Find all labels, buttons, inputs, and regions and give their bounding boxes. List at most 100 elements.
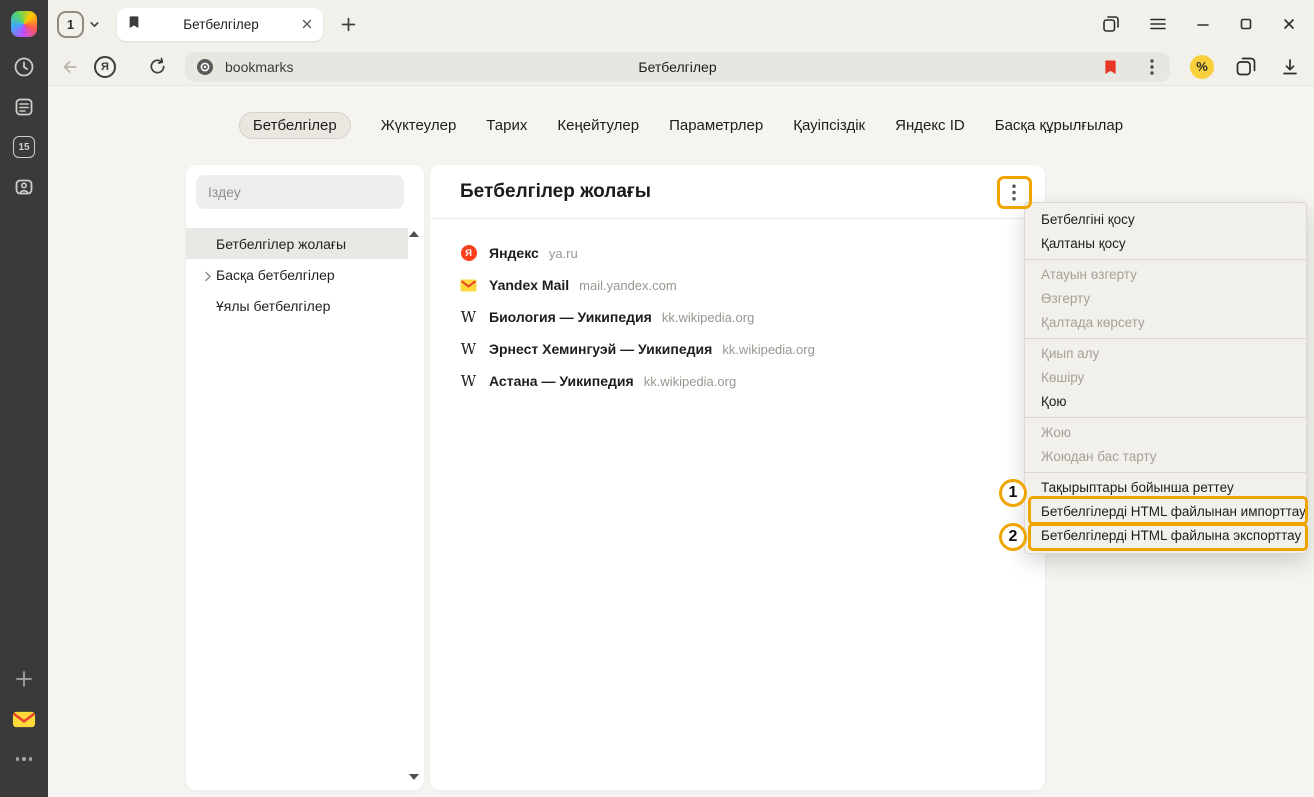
bookmarks-panel-header: Бетбелгілер жолағы xyxy=(430,165,1045,219)
maximize-icon[interactable] xyxy=(1239,17,1253,31)
bookmark-url: mail.yandex.com xyxy=(579,278,677,293)
new-tab-button[interactable] xyxy=(335,11,361,37)
side-panels-icon[interactable] xyxy=(1102,15,1120,33)
bookmark-row[interactable]: W Астана — Уикипедия kk.wikipedia.org xyxy=(430,365,1045,397)
window-controls xyxy=(1102,0,1314,48)
video-call-icon[interactable] xyxy=(12,175,36,199)
folder-row-mobile-bookmarks[interactable]: Ұялы бетбелгілер xyxy=(186,290,408,321)
bookmark-title: Яндекс xyxy=(489,245,539,261)
add-panel-icon[interactable] xyxy=(12,667,36,691)
feed-icon[interactable] xyxy=(12,95,36,119)
wikipedia-favicon: W xyxy=(460,341,477,358)
nav-tab-extensions[interactable]: Кеңейтулер xyxy=(557,117,639,134)
folder-label: Ұялы бетбелгілер xyxy=(216,298,330,314)
bookmark-url: kk.wikipedia.org xyxy=(644,374,737,389)
ctx-item-copy: Көшіру xyxy=(1025,366,1306,390)
yandex-mail-icon[interactable] xyxy=(12,707,36,731)
bookmark-title: Астана — Уикипедия xyxy=(489,373,634,389)
nav-tab-other-devices[interactable]: Басқа құрылғылар xyxy=(995,117,1123,134)
yandex-favicon: Я xyxy=(460,245,477,262)
yandex-mail-favicon xyxy=(460,277,477,294)
yandex-browser-logo-icon[interactable] xyxy=(11,11,37,37)
browser-side-rail: 15 xyxy=(0,0,48,797)
back-icon[interactable] xyxy=(61,57,79,77)
promo-percent-icon[interactable]: % xyxy=(1190,55,1214,79)
bookmark-url: ya.ru xyxy=(549,246,578,261)
yandex-browser-window: 15 1 Бетбелгілер xyxy=(0,0,1314,797)
browser-menu-icon[interactable] xyxy=(1149,16,1167,32)
tab-count-label: 1 xyxy=(67,17,74,32)
close-window-icon[interactable] xyxy=(1282,17,1296,31)
folder-label: Бетбелгілер жолағы xyxy=(216,236,346,252)
nav-tab-security[interactable]: Қауіпсіздік xyxy=(793,117,865,134)
ctx-item-delete: Жою xyxy=(1025,421,1306,445)
calendar-icon[interactable]: 15 xyxy=(13,136,35,158)
bookmark-row[interactable]: Я Яндекс ya.ru xyxy=(430,237,1045,269)
bookmark-url: kk.wikipedia.org xyxy=(662,310,755,325)
ctx-item-paste[interactable]: Қою xyxy=(1025,390,1306,414)
tab-groups-icon[interactable] xyxy=(1236,57,1256,76)
minimize-icon[interactable] xyxy=(1196,17,1210,31)
chevron-right-icon[interactable] xyxy=(203,269,213,285)
ctx-item-show-in-folder: Қалтада көрсету xyxy=(1025,311,1306,335)
ctx-item-rename: Атауын өзгерту xyxy=(1025,263,1306,287)
menu-divider xyxy=(1025,338,1306,339)
bookmarks-tab-icon xyxy=(127,15,141,34)
address-bar-more-icon[interactable] xyxy=(1150,59,1154,80)
active-tab[interactable]: Бетбелгілер xyxy=(117,8,323,41)
yandex-search-icon[interactable]: Я xyxy=(94,56,116,78)
reload-icon[interactable] xyxy=(147,57,167,76)
calendar-badge: 15 xyxy=(18,142,29,153)
tab-counter[interactable]: 1 xyxy=(57,11,84,38)
ctx-item-add-folder[interactable]: Қалтаны қосу xyxy=(1025,232,1306,256)
bookmark-title: Биология — Уикипедия xyxy=(489,309,652,325)
nav-tab-downloads[interactable]: Жүктеулер xyxy=(381,117,457,134)
bookmark-flag-icon[interactable] xyxy=(1103,59,1118,80)
settings-nav: Бетбелгілер Жүктеулер Тарих Кеңейтулер П… xyxy=(48,112,1314,139)
nav-tab-history[interactable]: Тарих xyxy=(486,117,527,134)
tab-bar: 1 Бетбелгілер xyxy=(48,0,1314,48)
browser-toolbar: Я bookmarks Бетбелгілер % xyxy=(48,48,1314,86)
history-icon[interactable] xyxy=(12,55,36,79)
menu-divider xyxy=(1025,259,1306,260)
tab-close-icon[interactable] xyxy=(301,18,313,30)
ctx-item-cut: Қиып алу xyxy=(1025,342,1306,366)
panel-title: Бетбелгілер жолағы xyxy=(460,181,651,203)
ctx-item-export-html[interactable]: Бетбелгілерді HTML файлына экспорттау xyxy=(1025,524,1306,548)
ctx-item-edit: Өзгерту xyxy=(1025,287,1306,311)
bookmark-title: Эрнест Хемингуэй — Уикипедия xyxy=(489,341,712,357)
menu-divider xyxy=(1025,417,1306,418)
bookmarks-context-menu: Бетбелгіні қосу Қалтаны қосу Атауын өзге… xyxy=(1024,202,1307,554)
folder-row-bookmarks-bar[interactable]: Бетбелгілер жолағы xyxy=(186,228,408,259)
nav-tab-yandex-id[interactable]: Яндекс ID xyxy=(895,117,965,134)
tab-title: Бетбелгілер xyxy=(141,17,301,32)
bookmarks-manager-page: Бетбелгілер Жүктеулер Тарих Кеңейтулер П… xyxy=(48,86,1314,797)
scroll-down-arrow[interactable] xyxy=(409,774,419,780)
wikipedia-favicon: W xyxy=(460,373,477,390)
bookmark-title: Yandex Mail xyxy=(489,277,569,293)
nav-tab-settings[interactable]: Параметрлер xyxy=(669,117,763,134)
bookmark-row[interactable]: W Эрнест Хемингуэй — Уикипедия kk.wikipe… xyxy=(430,333,1045,365)
folder-list: Бетбелгілер жолағы Басқа бетбелгілер Ұял… xyxy=(186,228,408,321)
address-bar-page-title: Бетбелгілер xyxy=(185,59,1170,75)
bookmark-row[interactable]: Yandex Mail mail.yandex.com xyxy=(430,269,1045,301)
search-input[interactable] xyxy=(196,175,404,209)
folder-row-other-bookmarks[interactable]: Басқа бетбелгілер xyxy=(186,259,408,290)
ctx-item-import-html[interactable]: Бетбелгілерді HTML файлынан импорттау xyxy=(1025,500,1306,524)
more-options-icon[interactable] xyxy=(12,747,36,771)
downloads-icon[interactable] xyxy=(1280,58,1300,76)
ctx-item-add-bookmark[interactable]: Бетбелгіні қосу xyxy=(1025,208,1306,232)
tabs-dropdown-chevron-icon[interactable] xyxy=(88,18,101,31)
address-bar[interactable]: bookmarks Бетбелгілер xyxy=(185,52,1170,82)
scroll-up-arrow[interactable] xyxy=(409,231,419,237)
ctx-item-sort-by-title[interactable]: Тақырыптары бойынша реттеу xyxy=(1025,476,1306,500)
wikipedia-favicon: W xyxy=(460,309,477,326)
nav-tab-bookmarks[interactable]: Бетбелгілер xyxy=(239,112,351,139)
folders-panel: Бетбелгілер жолағы Басқа бетбелгілер Ұял… xyxy=(186,165,424,790)
ctx-item-undo-delete: Жоюдан бас тарту xyxy=(1025,445,1306,469)
bookmark-row[interactable]: W Биология — Уикипедия kk.wikipedia.org xyxy=(430,301,1045,333)
bookmarks-panel: Бетбелгілер жолағы Я Яндекс ya.ru Yandex… xyxy=(430,165,1045,790)
bookmark-url: kk.wikipedia.org xyxy=(722,342,815,357)
bookmark-list: Я Яндекс ya.ru Yandex Mail mail.yandex.c… xyxy=(430,219,1045,397)
folder-label: Басқа бетбелгілер xyxy=(216,267,335,283)
